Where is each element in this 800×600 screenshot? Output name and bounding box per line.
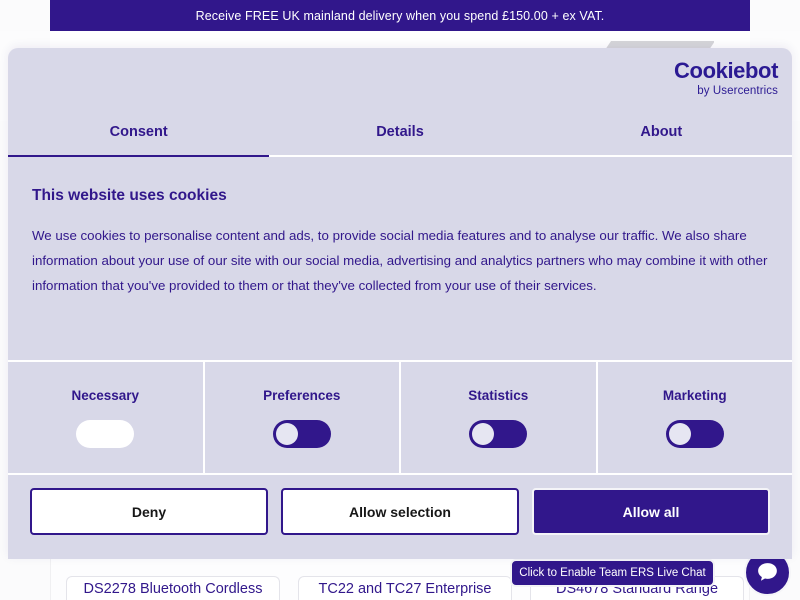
- category-marketing-label: Marketing: [662, 387, 727, 403]
- cookiebot-logo[interactable]: Cookiebot by Usercentrics: [674, 60, 778, 98]
- product-card-title: TC22 and TC27 Enterprise: [318, 580, 492, 597]
- allow-all-button[interactable]: Allow all: [532, 488, 770, 535]
- allow-selection-button[interactable]: Allow selection: [281, 488, 519, 535]
- product-card[interactable]: DS2278 Bluetooth Cordless: [66, 576, 280, 600]
- toggle-statistics[interactable]: [469, 419, 528, 448]
- tab-about[interactable]: About: [531, 108, 792, 155]
- deny-button[interactable]: Deny: [30, 488, 268, 535]
- category-statistics: Statistics: [401, 362, 598, 473]
- consent-action-row: Deny Allow selection Allow all: [8, 475, 792, 535]
- category-statistics-label: Statistics: [468, 387, 529, 403]
- toggle-marketing[interactable]: [665, 419, 724, 448]
- deny-button-label: Deny: [131, 503, 167, 520]
- cookie-consent-dialog: Cookiebot by Usercentrics Consent Detail…: [8, 48, 792, 559]
- category-preferences-label: Preferences: [263, 387, 341, 403]
- page-root: Receive FREE UK mainland delivery when y…: [0, 0, 800, 600]
- category-necessary: Necessary: [8, 362, 205, 473]
- toggle-necessary: [76, 419, 135, 448]
- promo-bar: Receive FREE UK mainland delivery when y…: [50, 0, 750, 31]
- tab-details-label: Details: [376, 123, 424, 140]
- category-necessary-label: Necessary: [71, 387, 140, 403]
- consent-heading: This website uses cookies: [32, 187, 227, 204]
- tab-details[interactable]: Details: [269, 108, 530, 155]
- consent-category-row: Necessary Preferences Statistics Marketi…: [8, 360, 792, 475]
- consent-description: We use cookies to personalise content an…: [32, 228, 768, 293]
- product-card-title: DS2278 Bluetooth Cordless: [83, 580, 263, 597]
- promo-bar-text: Receive FREE UK mainland delivery when y…: [195, 8, 605, 23]
- toggle-preferences[interactable]: [272, 419, 331, 448]
- tab-consent-label: Consent: [109, 123, 168, 140]
- product-card[interactable]: TC22 and TC27 Enterprise: [298, 576, 512, 600]
- allow-selection-button-label: Allow selection: [349, 503, 451, 520]
- consent-content: This website uses cookies We use cookies…: [8, 157, 792, 360]
- cookiebot-logo-main: Cookiebot: [674, 58, 778, 83]
- tab-consent[interactable]: Consent: [8, 108, 270, 157]
- chat-bubble-icon: [758, 563, 777, 581]
- live-chat-tooltip-text: Click to Enable Team ERS Live Chat: [519, 567, 706, 579]
- cookiebot-logo-sub: by Usercentrics: [697, 85, 778, 97]
- category-marketing: Marketing: [598, 362, 793, 473]
- category-preferences: Preferences: [205, 362, 401, 473]
- allow-all-button-label: Allow all: [622, 503, 680, 520]
- live-chat-tooltip[interactable]: Click to Enable Team ERS Live Chat: [510, 559, 715, 587]
- tab-about-label: About: [640, 123, 683, 140]
- cookiebot-logo-bar: Cookiebot by Usercentrics: [8, 48, 792, 108]
- consent-tab-bar: Consent Details About: [8, 108, 792, 157]
